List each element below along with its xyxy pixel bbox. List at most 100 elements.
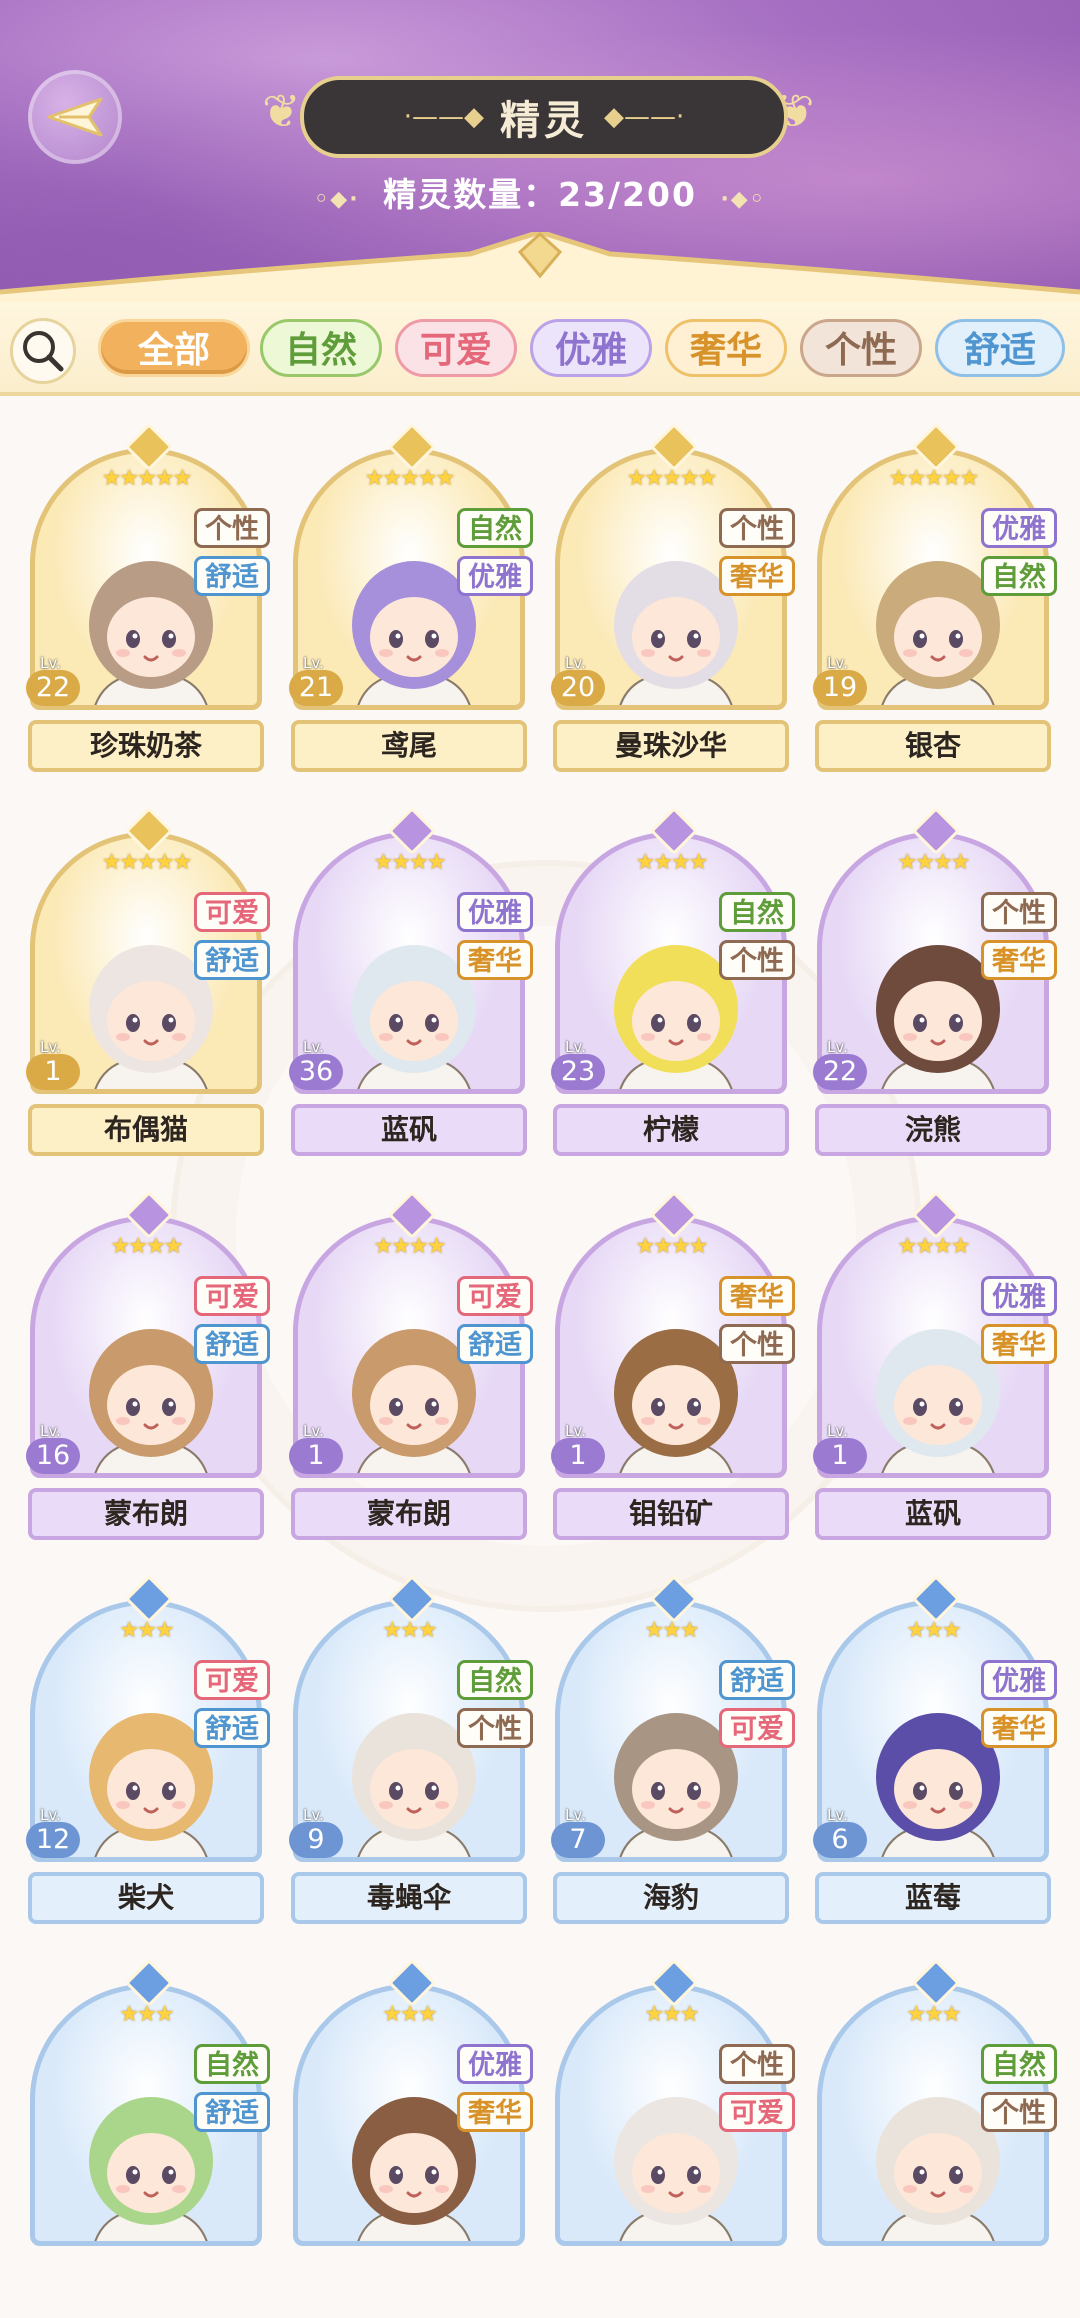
spirit-name: 浣熊	[815, 1104, 1051, 1156]
spirit-card[interactable]: ★★★ 可爱 舒适 Lv. 12 柴犬	[26, 1574, 270, 1934]
filter-chip-tag[interactable]: 自然	[260, 319, 382, 377]
rarity-stars-icon: ★★★	[644, 1618, 699, 1643]
style-tag: 奢华	[457, 2092, 533, 2132]
spirit-card[interactable]: ★★★★★ 可爱 舒适 Lv. 1 布偶猫	[26, 806, 270, 1166]
filter-chip-tag[interactable]: 舒适	[935, 319, 1065, 377]
style-tag: 舒适	[194, 940, 270, 980]
rarity-stars-icon: ★★★	[382, 1618, 437, 1643]
spirit-name: 蒙布朗	[28, 1488, 264, 1540]
spirit-card[interactable]: ★★★★ 可爱 舒适 Lv. 1 蒙布朗	[289, 1190, 533, 1550]
style-tag: 奢华	[457, 940, 533, 980]
spirit-name: 海豹	[553, 1872, 789, 1924]
style-tag: 奢华	[719, 556, 795, 596]
spirit-card[interactable]: ★★★★★ 自然 优雅 Lv. 21 鸢尾	[289, 422, 533, 782]
rarity-stars-icon: ★★★	[119, 1618, 174, 1643]
spirit-card[interactable]: ★★★ 舒适 可爱 Lv. 7 海豹	[551, 1574, 795, 1934]
style-tag: 自然	[981, 556, 1057, 596]
style-tag: 优雅	[981, 508, 1057, 548]
spirit-card[interactable]: ★★★ 优雅 奢华	[293, 1958, 533, 2318]
style-tag: 自然	[457, 1660, 533, 1700]
filter-chip-tag[interactable]: 优雅	[530, 319, 652, 377]
spirit-name: 蒙布朗	[291, 1488, 527, 1540]
level-badge: 1	[289, 1438, 343, 1474]
spirit-name: 柴犬	[28, 1872, 264, 1924]
level-badge: 16	[26, 1438, 80, 1474]
style-tag: 个性	[719, 1324, 795, 1364]
style-tag: 可爱	[719, 2092, 795, 2132]
style-tag: 可爱	[194, 1276, 270, 1316]
style-tag: 自然	[719, 892, 795, 932]
style-tag: 可爱	[194, 892, 270, 932]
page-title: ·——◆ 精灵 ◆——·	[300, 76, 788, 158]
level-badge: 36	[289, 1054, 343, 1090]
style-tag: 奢华	[981, 1324, 1057, 1364]
style-tag: 可爱	[457, 1276, 533, 1316]
style-tag: 奢华	[981, 1708, 1057, 1748]
level-badge: 12	[26, 1822, 80, 1858]
spirit-card[interactable]: ★★★★ 自然 个性 Lv. 23 柠檬	[551, 806, 795, 1166]
style-tag: 自然	[981, 2044, 1057, 2084]
style-tag: 奢华	[719, 1276, 795, 1316]
wing-back-icon	[47, 97, 103, 137]
style-tag: 舒适	[194, 1708, 270, 1748]
search-button[interactable]	[10, 318, 76, 384]
rarity-stars-icon: ★★★★★	[888, 466, 980, 491]
spirit-card[interactable]: ★★★ 个性 可爱	[555, 1958, 795, 2318]
spirit-name: 钼铅矿	[553, 1488, 789, 1540]
count-deco-right-icon: ·◆◦	[720, 187, 766, 212]
style-tag: 自然	[194, 2044, 270, 2084]
spirit-name: 蓝莓	[815, 1872, 1051, 1924]
rarity-stars-icon: ★★★★	[110, 1234, 184, 1259]
rarity-stars-icon: ★★★★	[373, 850, 447, 875]
style-tag: 个性	[194, 508, 270, 548]
level-badge: 6	[813, 1822, 867, 1858]
rarity-stars-icon: ★★★	[119, 2002, 174, 2027]
spirit-card[interactable]: ★★★ 优雅 奢华 Lv. 6 蓝莓	[813, 1574, 1057, 1934]
style-tag: 个性	[457, 1708, 533, 1748]
spirit-card[interactable]: ★★★★ 优雅 奢华 Lv. 36 蓝矾	[289, 806, 533, 1166]
rarity-stars-icon: ★★★★	[635, 1234, 709, 1259]
level-badge: 21	[289, 670, 343, 706]
spirit-card[interactable]: ★★★ 自然 个性 Lv. 9 毒蝇伞	[289, 1574, 533, 1934]
background-emblem	[170, 860, 922, 1612]
filter-chip-tag[interactable]: 奢华	[665, 319, 787, 377]
title-ornament-left-icon: ❦	[262, 84, 301, 138]
spirit-name: 毒蝇伞	[291, 1872, 527, 1924]
style-tag: 个性	[719, 940, 795, 980]
count-deco-left-icon: ◦◆·	[314, 187, 360, 212]
level-badge: 22	[813, 1054, 867, 1090]
level-badge: 19	[813, 670, 867, 706]
spirit-name: 柠檬	[553, 1104, 789, 1156]
style-tag: 自然	[457, 508, 533, 548]
spirit-card[interactable]: ★★★★★ 优雅 自然 Lv. 19 银杏	[813, 422, 1057, 782]
style-tag: 可爱	[194, 1660, 270, 1700]
filter-chip-all[interactable]: 全部	[98, 319, 250, 377]
rarity-stars-icon: ★★★	[906, 1618, 961, 1643]
style-tag: 个性	[981, 2092, 1057, 2132]
filter-chip-tag[interactable]: 个性	[800, 319, 922, 377]
spirit-card[interactable]: ★★★★ 优雅 奢华 Lv. 1 蓝矾	[813, 1190, 1057, 1550]
spirit-card[interactable]: ★★★★ 奢华 个性 Lv. 1 钼铅矿	[551, 1190, 795, 1550]
spirit-card[interactable]: ★★★★ 可爱 舒适 Lv. 16 蒙布朗	[26, 1190, 270, 1550]
title-deco-right-icon: ◆——·	[604, 102, 685, 132]
rarity-stars-icon: ★★★★★	[101, 850, 193, 875]
spirit-name: 蓝矾	[815, 1488, 1051, 1540]
spirit-card[interactable]: ★★★★★ 个性 舒适 Lv. 22 珍珠奶茶	[26, 422, 270, 782]
spirit-card[interactable]: ★★★★★ 个性 奢华 Lv. 20 曼珠沙华	[551, 422, 795, 782]
spirit-name: 银杏	[815, 720, 1051, 772]
filter-chip-tag[interactable]: 可爱	[395, 319, 517, 377]
spirit-name: 曼珠沙华	[553, 720, 789, 772]
style-tag: 优雅	[981, 1660, 1057, 1700]
style-tag: 个性	[719, 2044, 795, 2084]
back-button[interactable]	[28, 70, 122, 164]
level-badge: 9	[289, 1822, 343, 1858]
spirit-card[interactable]: ★★★ 自然舒适	[30, 1958, 270, 2318]
style-tag: 个性	[719, 508, 795, 548]
style-tag: 奢华	[981, 940, 1057, 980]
spirit-card[interactable]: ★★★ 自然 个性	[817, 1958, 1057, 2318]
style-tag: 舒适	[194, 556, 270, 596]
spirit-card[interactable]: ★★★★ 个性 奢华 Lv. 22 浣熊	[813, 806, 1057, 1166]
style-tag: 舒适	[194, 2092, 270, 2132]
level-badge: 1	[551, 1438, 605, 1474]
spirit-name: 蓝矾	[291, 1104, 527, 1156]
